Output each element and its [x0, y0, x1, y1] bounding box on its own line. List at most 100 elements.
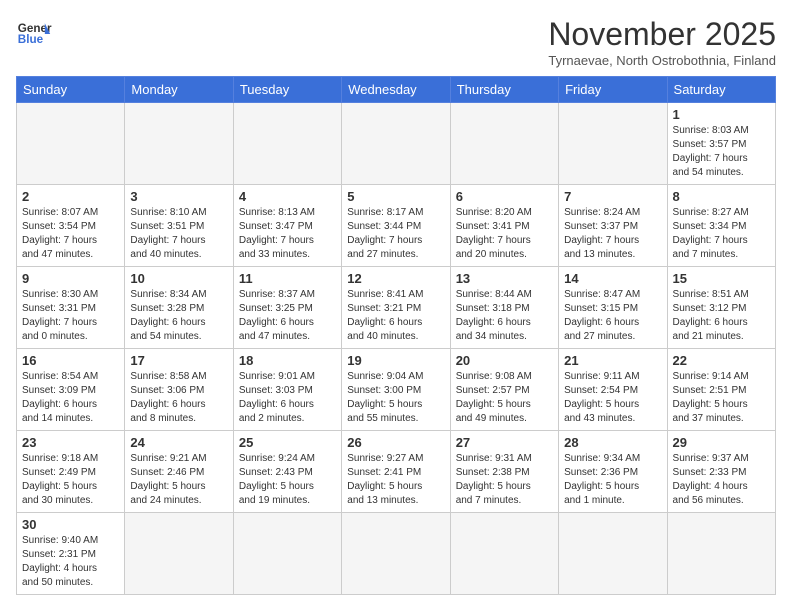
- day-info: Sunrise: 9:21 AM Sunset: 2:46 PM Dayligh…: [130, 452, 227, 508]
- day-number: 1: [673, 107, 770, 122]
- calendar-day-cell: 14 Sunrise: 8:47 AM Sunset: 3:15 PM Dayli…: [559, 267, 667, 349]
- calendar-day-cell: [233, 103, 341, 185]
- calendar-day-cell: [125, 103, 233, 185]
- svg-text:Blue: Blue: [18, 33, 44, 46]
- title-block: November 2025 Tyrnaevae, North Ostroboth…: [548, 16, 776, 68]
- day-number: 7: [564, 189, 661, 204]
- day-number: 26: [347, 435, 444, 450]
- day-info: Sunrise: 8:58 AM Sunset: 3:06 PM Dayligh…: [130, 370, 227, 426]
- calendar-day-header: Tuesday: [233, 77, 341, 103]
- calendar-day-cell: 11 Sunrise: 8:37 AM Sunset: 3:25 PM Dayli…: [233, 267, 341, 349]
- day-number: 28: [564, 435, 661, 450]
- day-number: 4: [239, 189, 336, 204]
- calendar-day-header: Monday: [125, 77, 233, 103]
- day-info: Sunrise: 8:10 AM Sunset: 3:51 PM Dayligh…: [130, 206, 227, 262]
- calendar-day-cell: [450, 103, 558, 185]
- day-info: Sunrise: 9:24 AM Sunset: 2:43 PM Dayligh…: [239, 452, 336, 508]
- page-header: General Blue November 2025 Tyrnaevae, No…: [16, 16, 776, 68]
- calendar-day-cell: 10Sunrise: 8:34 AM Sunset: 3:28 PM Dayli…: [125, 267, 233, 349]
- calendar-day-cell: 16 Sunrise: 8:54 AM Sunset: 3:09 PM Dayli…: [17, 349, 125, 431]
- day-number: 22: [673, 353, 770, 368]
- day-number: 3: [130, 189, 227, 204]
- day-info: Sunrise: 9:40 AM Sunset: 2:31 PM Dayligh…: [22, 534, 119, 590]
- calendar-week-row: 9Sunrise: 8:30 AM Sunset: 3:31 PM Daylig…: [17, 267, 776, 349]
- calendar-day-cell: [125, 513, 233, 595]
- calendar-day-cell: 9Sunrise: 8:30 AM Sunset: 3:31 PM Daylig…: [17, 267, 125, 349]
- day-number: 11: [239, 271, 336, 286]
- day-info: Sunrise: 8:47 AM Sunset: 3:15 PM Dayligh…: [564, 288, 661, 344]
- calendar-day-cell: 21Sunrise: 9:11 AM Sunset: 2:54 PM Dayli…: [559, 349, 667, 431]
- calendar-day-cell: 25 Sunrise: 9:24 AM Sunset: 2:43 PM Dayli…: [233, 431, 341, 513]
- calendar-day-cell: 19Sunrise: 9:04 AM Sunset: 3:00 PM Dayli…: [342, 349, 450, 431]
- calendar-day-cell: 22 Sunrise: 9:14 AM Sunset: 2:51 PM Dayli…: [667, 349, 775, 431]
- day-number: 14: [564, 271, 661, 286]
- calendar-day-cell: 3 Sunrise: 8:10 AM Sunset: 3:51 PM Daylig…: [125, 185, 233, 267]
- calendar-day-cell: 28 Sunrise: 9:34 AM Sunset: 2:36 PM Dayli…: [559, 431, 667, 513]
- calendar-day-cell: 5 Sunrise: 8:17 AM Sunset: 3:44 PM Daylig…: [342, 185, 450, 267]
- day-info: Sunrise: 9:18 AM Sunset: 2:49 PM Dayligh…: [22, 452, 119, 508]
- day-number: 10: [130, 271, 227, 286]
- calendar-day-cell: 6Sunrise: 8:20 AM Sunset: 3:41 PM Daylig…: [450, 185, 558, 267]
- calendar-week-row: 16 Sunrise: 8:54 AM Sunset: 3:09 PM Dayli…: [17, 349, 776, 431]
- day-info: Sunrise: 8:07 AM Sunset: 3:54 PM Dayligh…: [22, 206, 119, 262]
- day-number: 30: [22, 517, 119, 532]
- day-info: Sunrise: 8:24 AM Sunset: 3:37 PM Dayligh…: [564, 206, 661, 262]
- calendar-day-cell: 20 Sunrise: 9:08 AM Sunset: 2:57 PM Dayli…: [450, 349, 558, 431]
- calendar-week-row: 23Sunrise: 9:18 AM Sunset: 2:49 PM Dayli…: [17, 431, 776, 513]
- location-subtitle: Tyrnaevae, North Ostrobothnia, Finland: [548, 53, 776, 68]
- day-number: 21: [564, 353, 661, 368]
- calendar-day-header: Friday: [559, 77, 667, 103]
- day-info: Sunrise: 8:41 AM Sunset: 3:21 PM Dayligh…: [347, 288, 444, 344]
- calendar-day-cell: [667, 513, 775, 595]
- calendar-day-cell: 7 Sunrise: 8:24 AM Sunset: 3:37 PM Daylig…: [559, 185, 667, 267]
- day-number: 24: [130, 435, 227, 450]
- day-number: 20: [456, 353, 553, 368]
- calendar-day-cell: [342, 103, 450, 185]
- calendar-day-cell: 24 Sunrise: 9:21 AM Sunset: 2:46 PM Dayli…: [125, 431, 233, 513]
- calendar-day-cell: 18 Sunrise: 9:01 AM Sunset: 3:03 PM Dayli…: [233, 349, 341, 431]
- day-info: Sunrise: 8:37 AM Sunset: 3:25 PM Dayligh…: [239, 288, 336, 344]
- calendar-day-cell: 8Sunrise: 8:27 AM Sunset: 3:34 PM Daylig…: [667, 185, 775, 267]
- logo: General Blue: [16, 16, 52, 52]
- day-info: Sunrise: 9:04 AM Sunset: 3:00 PM Dayligh…: [347, 370, 444, 426]
- day-number: 25: [239, 435, 336, 450]
- calendar-day-header: Thursday: [450, 77, 558, 103]
- day-info: Sunrise: 8:51 AM Sunset: 3:12 PM Dayligh…: [673, 288, 770, 344]
- calendar-week-row: 2Sunrise: 8:07 AM Sunset: 3:54 PM Daylig…: [17, 185, 776, 267]
- calendar-header-row: SundayMondayTuesdayWednesdayThursdayFrid…: [17, 77, 776, 103]
- calendar-day-cell: [559, 513, 667, 595]
- calendar-day-cell: [17, 103, 125, 185]
- day-info: Sunrise: 9:14 AM Sunset: 2:51 PM Dayligh…: [673, 370, 770, 426]
- day-number: 15: [673, 271, 770, 286]
- day-number: 16: [22, 353, 119, 368]
- month-title: November 2025: [548, 16, 776, 53]
- calendar-day-header: Sunday: [17, 77, 125, 103]
- calendar-day-cell: [559, 103, 667, 185]
- calendar-week-row: 30 Sunrise: 9:40 AM Sunset: 2:31 PM Dayli…: [17, 513, 776, 595]
- calendar-day-cell: 15 Sunrise: 8:51 AM Sunset: 3:12 PM Dayli…: [667, 267, 775, 349]
- day-number: 13: [456, 271, 553, 286]
- day-info: Sunrise: 9:31 AM Sunset: 2:38 PM Dayligh…: [456, 452, 553, 508]
- day-info: Sunrise: 9:01 AM Sunset: 3:03 PM Dayligh…: [239, 370, 336, 426]
- day-number: 5: [347, 189, 444, 204]
- day-number: 29: [673, 435, 770, 450]
- day-info: Sunrise: 8:13 AM Sunset: 3:47 PM Dayligh…: [239, 206, 336, 262]
- calendar-day-cell: 2Sunrise: 8:07 AM Sunset: 3:54 PM Daylig…: [17, 185, 125, 267]
- calendar-day-cell: 23Sunrise: 9:18 AM Sunset: 2:49 PM Dayli…: [17, 431, 125, 513]
- day-info: Sunrise: 9:34 AM Sunset: 2:36 PM Dayligh…: [564, 452, 661, 508]
- day-number: 9: [22, 271, 119, 286]
- day-info: Sunrise: 8:03 AM Sunset: 3:57 PM Dayligh…: [673, 124, 770, 180]
- calendar-day-cell: 12 Sunrise: 8:41 AM Sunset: 3:21 PM Dayli…: [342, 267, 450, 349]
- day-info: Sunrise: 8:17 AM Sunset: 3:44 PM Dayligh…: [347, 206, 444, 262]
- calendar-day-cell: 17Sunrise: 8:58 AM Sunset: 3:06 PM Dayli…: [125, 349, 233, 431]
- day-info: Sunrise: 9:27 AM Sunset: 2:41 PM Dayligh…: [347, 452, 444, 508]
- calendar-day-cell: 13Sunrise: 8:44 AM Sunset: 3:18 PM Dayli…: [450, 267, 558, 349]
- calendar-week-row: 1 Sunrise: 8:03 AM Sunset: 3:57 PM Daylig…: [17, 103, 776, 185]
- calendar-day-cell: [342, 513, 450, 595]
- day-number: 18: [239, 353, 336, 368]
- day-info: Sunrise: 8:54 AM Sunset: 3:09 PM Dayligh…: [22, 370, 119, 426]
- calendar-day-header: Saturday: [667, 77, 775, 103]
- day-number: 12: [347, 271, 444, 286]
- day-info: Sunrise: 9:08 AM Sunset: 2:57 PM Dayligh…: [456, 370, 553, 426]
- calendar-day-cell: 27Sunrise: 9:31 AM Sunset: 2:38 PM Dayli…: [450, 431, 558, 513]
